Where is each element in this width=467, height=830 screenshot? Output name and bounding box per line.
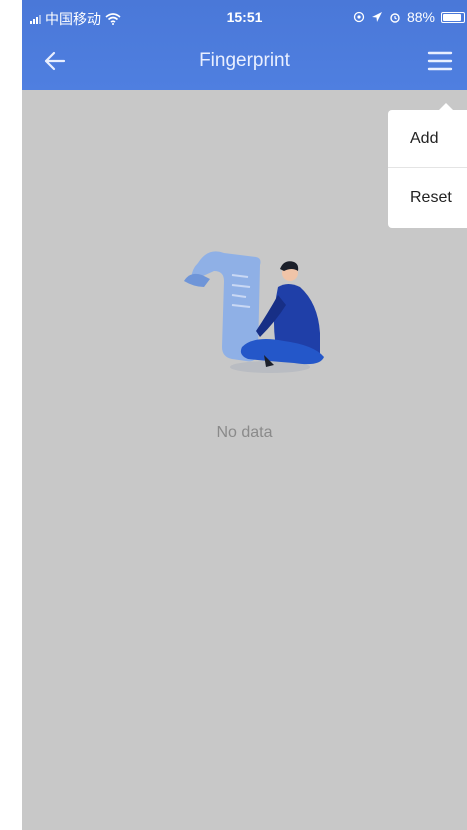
add-menu-item[interactable]: Add — [388, 110, 467, 168]
empty-state-illustration — [184, 251, 324, 373]
battery-percent: 88% — [406, 9, 435, 25]
empty-state-message: No data — [216, 424, 273, 441]
location-icon — [353, 11, 365, 23]
menu-icon[interactable] — [425, 46, 455, 76]
top-bar: 中国移动 15:51 88% Fingerprint — [22, 0, 467, 90]
alarm-icon — [390, 13, 400, 23]
reset-menu-item[interactable]: Reset — [388, 169, 467, 227]
status-right: 88% — [353, 9, 465, 25]
page-title: Fingerprint — [199, 50, 290, 71]
options-dropdown: Add Reset — [388, 103, 467, 228]
status-bar: 中国移动 15:51 88% — [22, 0, 467, 34]
battery-icon — [441, 11, 465, 23]
navigation-arrow-icon — [371, 12, 382, 22]
nav-bar: Fingerprint — [22, 34, 467, 90]
